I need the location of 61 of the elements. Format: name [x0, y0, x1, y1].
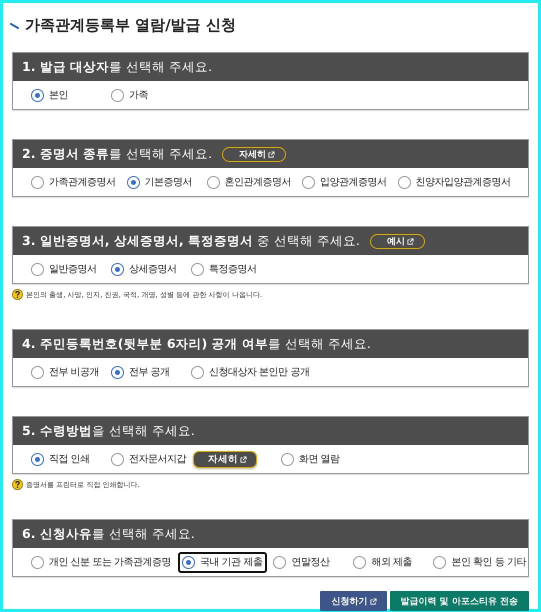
radio-option[interactable]: 상세증명서: [107, 258, 185, 280]
radio-button[interactable]: [353, 556, 366, 568]
radio-button[interactable]: [126, 176, 140, 188]
radio-option[interactable]: 특정증명서: [187, 258, 265, 280]
section-title: 5. 수령방법을 선택해 주세요.: [22, 422, 195, 440]
radio-option[interactable]: 일반증명서: [27, 258, 105, 280]
radio-option[interactable]: 국내 기관 제출: [178, 552, 268, 572]
radio-button[interactable]: [111, 88, 124, 102]
radio-option[interactable]: 친양자입양관계증명서: [394, 172, 516, 192]
section-title: 6. 신청사유를 선택해 주세요.: [22, 526, 195, 542]
radio-option[interactable]: 본인: [27, 84, 105, 106]
radio-button[interactable]: [31, 262, 44, 276]
radio-option[interactable]: 신청대상자 본인만 공개: [187, 362, 314, 382]
radio-button[interactable]: [281, 452, 294, 466]
radio-button[interactable]: [433, 556, 446, 568]
section-title: 3. 일반증명서, 상세증명서, 특정증명서 중 선택해 주세요.: [22, 232, 360, 250]
section-title: 2. 증명서 종류를 선택해 주세요.: [22, 146, 212, 162]
radio-option[interactable]: 입양관계증명서: [298, 172, 392, 192]
radio-button[interactable]: [111, 366, 124, 378]
radio-option[interactable]: 해외 제출: [349, 552, 428, 572]
details-button[interactable]: 자세히: [193, 450, 257, 468]
radio-button[interactable]: [31, 88, 44, 102]
external-link-icon: [406, 238, 414, 244]
apply-button[interactable]: 신청하기: [320, 591, 387, 611]
radio-option[interactable]: 전부 비공개: [27, 362, 105, 382]
radio-button[interactable]: [191, 366, 204, 378]
radio-button[interactable]: [191, 262, 204, 276]
radio-button[interactable]: [182, 556, 196, 568]
help-icon: [12, 479, 23, 490]
radio-option[interactable]: 전자문서지갑: [107, 448, 191, 470]
section-title: 4. 주민등록번호(뒷부분 6자리) 공개 여부를 선택해 주세요.: [22, 336, 371, 352]
radio-option[interactable]: 혼인관계증명서: [202, 172, 296, 192]
radio-button[interactable]: [31, 556, 44, 568]
radio-option[interactable]: 개인 신분 또는 가족관계증명: [27, 552, 176, 572]
external-link-icon: [370, 598, 377, 604]
title-mark-icon: [10, 22, 19, 28]
section-title: 1. 발급 대상자를 선택해 주세요.: [22, 58, 212, 76]
details-button[interactable]: 예시: [370, 234, 425, 248]
radio-option[interactable]: 가족: [107, 84, 185, 106]
radio-option[interactable]: 본인 확인 등 기타: [429, 552, 531, 572]
radio-option[interactable]: 화면 열람: [277, 448, 355, 470]
radio-button[interactable]: [398, 176, 410, 188]
radio-button[interactable]: [206, 176, 220, 188]
radio-button[interactable]: [31, 176, 44, 188]
radio-option[interactable]: 가족관계증명서: [27, 172, 120, 192]
radio-option[interactable]: 연말정산: [269, 552, 348, 572]
radio-button[interactable]: [31, 452, 44, 466]
external-link-icon: [240, 456, 247, 462]
transfer-button[interactable]: 발급이력 및 아포스티유 전송: [390, 591, 529, 611]
help-icon: [12, 289, 23, 300]
radio-button[interactable]: [31, 366, 44, 378]
details-button[interactable]: 자세히: [222, 146, 286, 162]
radio-option[interactable]: 기본증명서: [122, 172, 200, 192]
page-title: 가족관계등록부 열람/발급 신청: [25, 16, 236, 35]
radio-option[interactable]: 전부 공개: [107, 362, 185, 382]
radio-button[interactable]: [111, 452, 124, 466]
external-link-icon: [268, 150, 276, 158]
radio-button[interactable]: [273, 556, 286, 568]
radio-button[interactable]: [111, 262, 124, 276]
radio-button[interactable]: [302, 176, 315, 188]
radio-option[interactable]: 직접 인쇄: [27, 448, 105, 470]
